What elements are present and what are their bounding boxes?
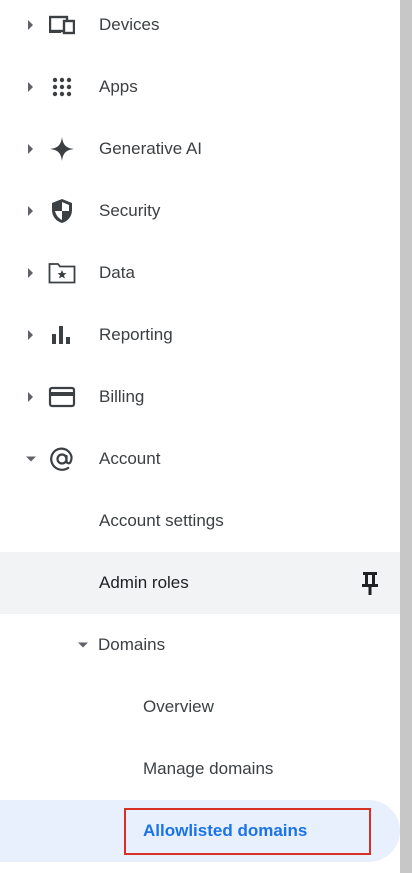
nav-item-overview[interactable]: Overview xyxy=(0,676,400,738)
collapse-caret-icon[interactable] xyxy=(26,456,36,462)
expand-caret-icon[interactable] xyxy=(28,20,33,30)
sparkle-icon xyxy=(44,133,80,165)
nav-item-billing[interactable]: Billing xyxy=(0,366,400,428)
nav-item-generative-ai[interactable]: Generative AI xyxy=(0,118,400,180)
bar-chart-icon xyxy=(44,319,80,351)
expand-caret-icon[interactable] xyxy=(28,330,33,340)
devices-icon xyxy=(44,9,80,41)
shield-icon xyxy=(44,195,80,227)
nav-item-data[interactable]: Data xyxy=(0,242,400,304)
nav-item-admin-roles[interactable]: Admin roles xyxy=(0,552,400,614)
expand-caret-icon[interactable] xyxy=(28,82,33,92)
nav-item-label: Data xyxy=(99,263,135,282)
nav-item-label: Overview xyxy=(143,697,214,716)
nav-item-label: Billing xyxy=(99,387,145,406)
nav-item-label: Generative AI xyxy=(99,139,203,158)
nav-item-label: Devices xyxy=(99,15,160,34)
expand-caret-icon[interactable] xyxy=(28,144,33,154)
pin-icon[interactable] xyxy=(359,570,381,596)
nav-item-label: Security xyxy=(99,201,161,220)
nav-item-label: Reporting xyxy=(99,325,173,344)
annotation-highlight-box xyxy=(124,808,371,855)
nav-item-label: Domains xyxy=(98,635,166,654)
nav-item-label: Apps xyxy=(99,77,138,96)
nav-item-domains[interactable]: Domains xyxy=(0,614,400,676)
at-sign-icon xyxy=(44,443,80,475)
admin-nav-panel: Devices Apps Generative AI Security Data… xyxy=(0,0,400,873)
expand-caret-icon[interactable] xyxy=(28,206,33,216)
nav-item-devices[interactable]: Devices xyxy=(0,0,400,56)
nav-item-account-settings[interactable]: Account settings xyxy=(0,490,400,552)
nav-item-security[interactable]: Security xyxy=(0,180,400,242)
apps-grid-icon xyxy=(44,71,80,103)
collapse-caret-icon[interactable] xyxy=(78,642,88,648)
credit-card-icon xyxy=(44,381,80,413)
expand-caret-icon[interactable] xyxy=(28,268,33,278)
folder-star-icon xyxy=(44,257,80,289)
nav-item-manage-domains[interactable]: Manage domains xyxy=(0,738,400,800)
nav-item-label: Account settings xyxy=(99,511,224,530)
scrollbar[interactable] xyxy=(400,0,412,873)
nav-item-apps[interactable]: Apps xyxy=(0,56,400,118)
nav-item-account[interactable]: Account xyxy=(0,428,400,490)
nav-item-label: Admin roles xyxy=(99,573,189,592)
nav-item-label: Manage domains xyxy=(143,759,274,778)
nav-item-label: Account xyxy=(99,449,161,468)
nav-item-reporting[interactable]: Reporting xyxy=(0,304,400,366)
expand-caret-icon[interactable] xyxy=(28,392,33,402)
